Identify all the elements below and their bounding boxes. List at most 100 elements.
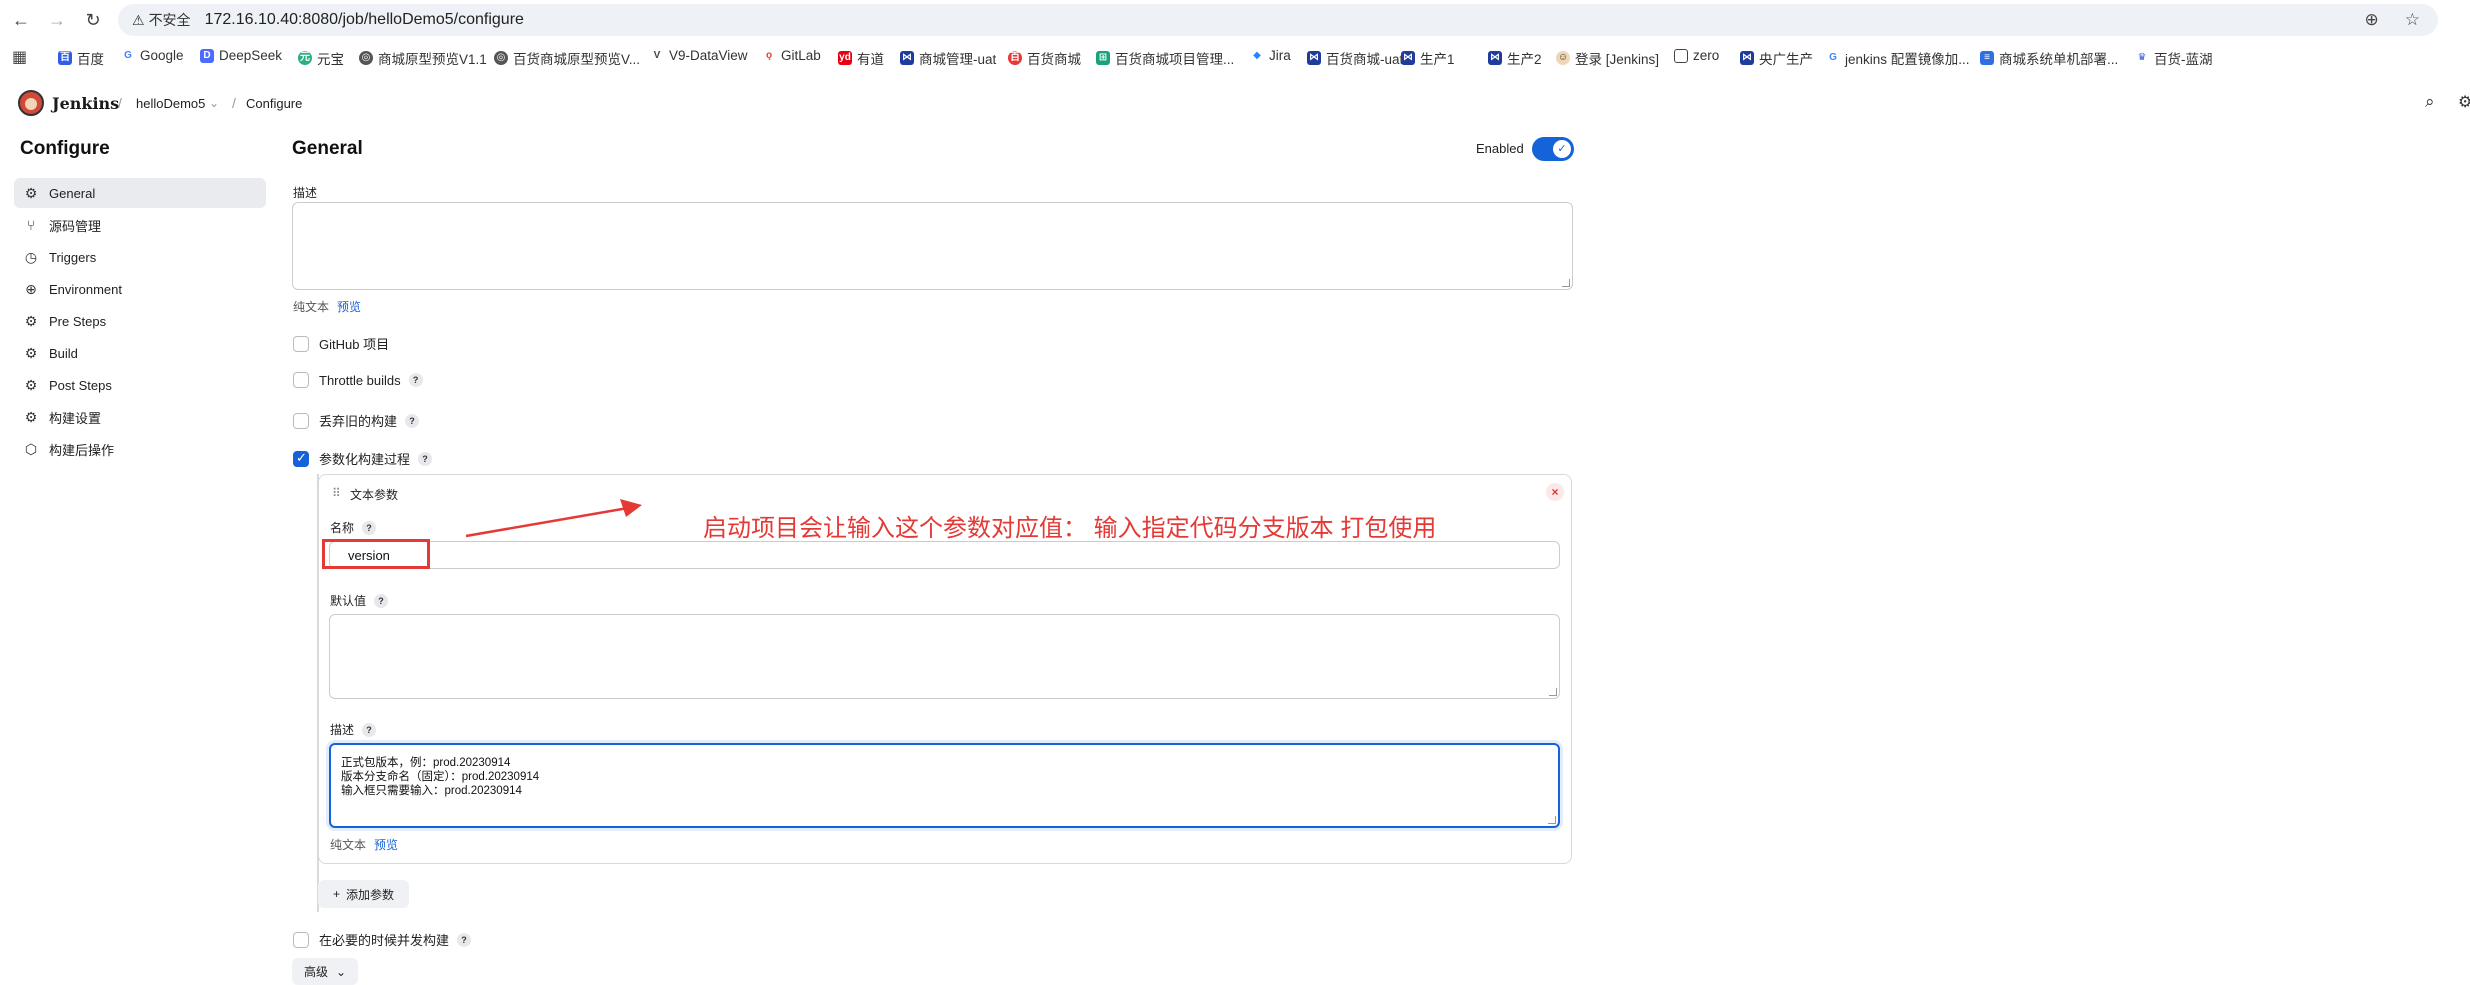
search-icon[interactable]: ⌕ bbox=[2425, 92, 2435, 112]
annotation-highlight-box bbox=[322, 539, 430, 569]
preview-link[interactable]: 预览 bbox=[374, 838, 398, 852]
deepseek-icon: D bbox=[200, 48, 214, 63]
sidebar-item-build[interactable]: ⚙ Build bbox=[14, 338, 266, 368]
add-parameter-button[interactable]: + 添加参数 bbox=[318, 880, 409, 908]
param-name-input[interactable]: version bbox=[329, 541, 1560, 569]
sidebar-item-environment[interactable]: ⊕ Environment bbox=[14, 274, 266, 304]
description-textarea[interactable] bbox=[292, 202, 1573, 290]
insecure-badge[interactable]: ⚠ 不安全 bbox=[132, 10, 191, 30]
param-desc-textarea[interactable]: 正式包版本，例：prod.20230914 版本分支命名（固定）：prod.20… bbox=[329, 743, 1560, 828]
globe-icon: ◎ bbox=[359, 51, 373, 65]
forward-arrow-icon[interactable]: → bbox=[46, 9, 68, 31]
bookmark-item[interactable]: ♛ 百货-蓝湖 bbox=[2135, 48, 2213, 68]
description-format-links: 纯文本 预览 bbox=[293, 298, 361, 315]
help-icon[interactable]: ? bbox=[374, 593, 389, 608]
bookmark-item[interactable]: ⋈ 商城管理-uat bbox=[900, 48, 996, 68]
checkbox-parameterized[interactable]: 参数化构建过程? bbox=[293, 449, 433, 468]
close-icon[interactable]: × bbox=[1546, 483, 1564, 501]
browser-toolbar: ← → ↻ ⚠ 不安全 172.16.10.40:8080/job/helloD… bbox=[0, 0, 2470, 40]
sidebar-item-post-steps[interactable]: ⚙ Post Steps bbox=[14, 370, 266, 400]
apps-grid-icon[interactable]: ▦ bbox=[12, 47, 27, 67]
help-icon[interactable]: ? bbox=[408, 373, 423, 387]
bookmark-item[interactable]: G Google bbox=[121, 48, 184, 63]
checkbox-throttle-builds[interactable]: Throttle builds? bbox=[293, 372, 423, 388]
sidebar-item-build-settings[interactable]: ⚙ 构建设置 bbox=[14, 402, 266, 432]
param-type-title: 文本参数 bbox=[350, 488, 399, 502]
plain-text-link[interactable]: 纯文本 bbox=[293, 300, 329, 314]
bookmark-item[interactable]: ◆ Jira bbox=[1250, 48, 1291, 63]
mall-icon: ⋈ bbox=[900, 51, 914, 65]
annotation-arrow bbox=[465, 499, 642, 538]
bookmark-star-icon[interactable]: ☆ bbox=[2405, 10, 2420, 30]
help-icon[interactable]: ? bbox=[362, 520, 377, 535]
advanced-button[interactable]: 高级 ⌄ bbox=[292, 958, 358, 985]
checkbox[interactable] bbox=[293, 412, 309, 429]
sidebar-item-source[interactable]: ⑂ 源码管理 bbox=[14, 210, 266, 240]
bookmark-item[interactable]: ☺ 登录 [Jenkins] bbox=[1556, 48, 1659, 68]
sidebar-title: Configure bbox=[20, 138, 110, 159]
sidebar-item-post-build[interactable]: ⬡ 构建后操作 bbox=[14, 434, 266, 464]
bookmark-item[interactable]: ⋈ 央广生产 bbox=[1740, 48, 1813, 68]
bookmark-item[interactable]: ≡ 商城系统单机部署... bbox=[1980, 48, 2118, 68]
checkbox[interactable] bbox=[293, 335, 309, 352]
checkbox-github-project[interactable]: GitHub 项目 bbox=[293, 334, 389, 353]
mall-icon: ⋈ bbox=[1740, 51, 1754, 65]
gear-icon[interactable]: ⚙ bbox=[2458, 92, 2470, 112]
bookmark-item[interactable]: ⋈ 生产2 bbox=[1488, 48, 1542, 68]
bookmark-item[interactable]: Gjenkins 配置镜像加... bbox=[1826, 48, 1970, 68]
bookmark-item[interactable]: ◎ 百货商城原型预览V... bbox=[494, 48, 640, 68]
sidebar-item-triggers[interactable]: ◷ Triggers bbox=[14, 242, 266, 272]
globe-icon: ◎ bbox=[494, 51, 508, 65]
bookmark-item[interactable]: ◎ 商城原型预览V1.1 bbox=[359, 48, 487, 68]
checkbox[interactable] bbox=[293, 372, 309, 388]
mall-icon: 百 bbox=[1008, 51, 1022, 65]
param-default-label: 默认值? bbox=[330, 592, 389, 609]
bookmark-item[interactable]: ⋈ 百货商城-uat bbox=[1307, 48, 1403, 68]
description-label: 描述 bbox=[293, 186, 318, 200]
preview-link[interactable]: 预览 bbox=[337, 300, 361, 314]
help-icon[interactable]: ? bbox=[457, 932, 472, 947]
param-desc-label: 描述? bbox=[330, 721, 377, 738]
url-text[interactable]: 172.16.10.40:8080/job/helloDemo5/configu… bbox=[205, 11, 524, 29]
warning-icon: ⚠ bbox=[132, 11, 145, 28]
jenkins-logo-icon[interactable] bbox=[18, 90, 44, 116]
help-icon[interactable]: ? bbox=[362, 722, 377, 737]
param-name-label: 名称? bbox=[330, 519, 377, 536]
app-name[interactable]: Jenkins bbox=[52, 94, 119, 113]
param-default-textarea[interactable] bbox=[329, 614, 1560, 699]
bookmark-item[interactable]: D DeepSeek bbox=[200, 48, 282, 63]
drag-handle-icon[interactable]: ⠿ bbox=[332, 486, 341, 500]
checkbox-discard-old-builds[interactable]: 丢弃旧的构建? bbox=[293, 411, 420, 430]
reload-icon[interactable]: ↻ bbox=[82, 9, 104, 31]
bookmark-item[interactable]: V V9-DataView bbox=[650, 48, 748, 63]
zoom-icon[interactable]: ⊕ bbox=[2365, 10, 2379, 30]
checkbox[interactable] bbox=[293, 931, 309, 948]
gear-icon: ⚙ bbox=[24, 344, 38, 361]
sidebar-item-pre-steps[interactable]: ⚙ Pre Steps bbox=[14, 306, 266, 336]
back-arrow-icon[interactable]: ← bbox=[10, 9, 32, 31]
address-bar[interactable]: ⚠ 不安全 172.16.10.40:8080/job/helloDemo5/c… bbox=[118, 4, 2438, 36]
help-icon[interactable]: ? bbox=[405, 413, 420, 428]
branch-icon: ⑂ bbox=[26, 217, 36, 233]
breadcrumb-separator: / bbox=[118, 95, 122, 111]
plus-icon: + bbox=[332, 887, 340, 901]
chevron-down-icon[interactable]: ⌄ bbox=[209, 96, 219, 110]
bookmark-item[interactable]: yd 有道 bbox=[838, 48, 884, 68]
sidebar-item-general[interactable]: ⚙ General bbox=[14, 178, 266, 208]
project-icon: ⊞ bbox=[1096, 51, 1110, 65]
help-icon[interactable]: ? bbox=[418, 451, 433, 466]
plain-text-link[interactable]: 纯文本 bbox=[330, 838, 366, 852]
mall-icon: ⋈ bbox=[1307, 51, 1321, 65]
bookmark-item[interactable]: zero bbox=[1674, 48, 1719, 63]
bookmark-item[interactable]: ⋈ 生产1 bbox=[1401, 48, 1455, 68]
enabled-toggle[interactable]: ✓ bbox=[1532, 137, 1574, 161]
checkbox-checked[interactable] bbox=[293, 450, 309, 467]
bookmark-item[interactable]: ǫ GitLab bbox=[762, 48, 821, 63]
bookmark-item[interactable]: ⊞ 百货商城项目管理... bbox=[1096, 48, 1234, 68]
checkbox-concurrent-builds[interactable]: 在必要的时候并发构建? bbox=[293, 930, 472, 949]
bookmark-item[interactable]: 百百度 bbox=[58, 48, 104, 68]
globe-icon: ⊕ bbox=[25, 280, 37, 297]
bookmark-item[interactable]: 元元宝 bbox=[298, 48, 344, 68]
bookmark-item[interactable]: 百百货商城 bbox=[1008, 48, 1081, 68]
breadcrumb-job[interactable]: helloDemo5 bbox=[136, 96, 205, 111]
